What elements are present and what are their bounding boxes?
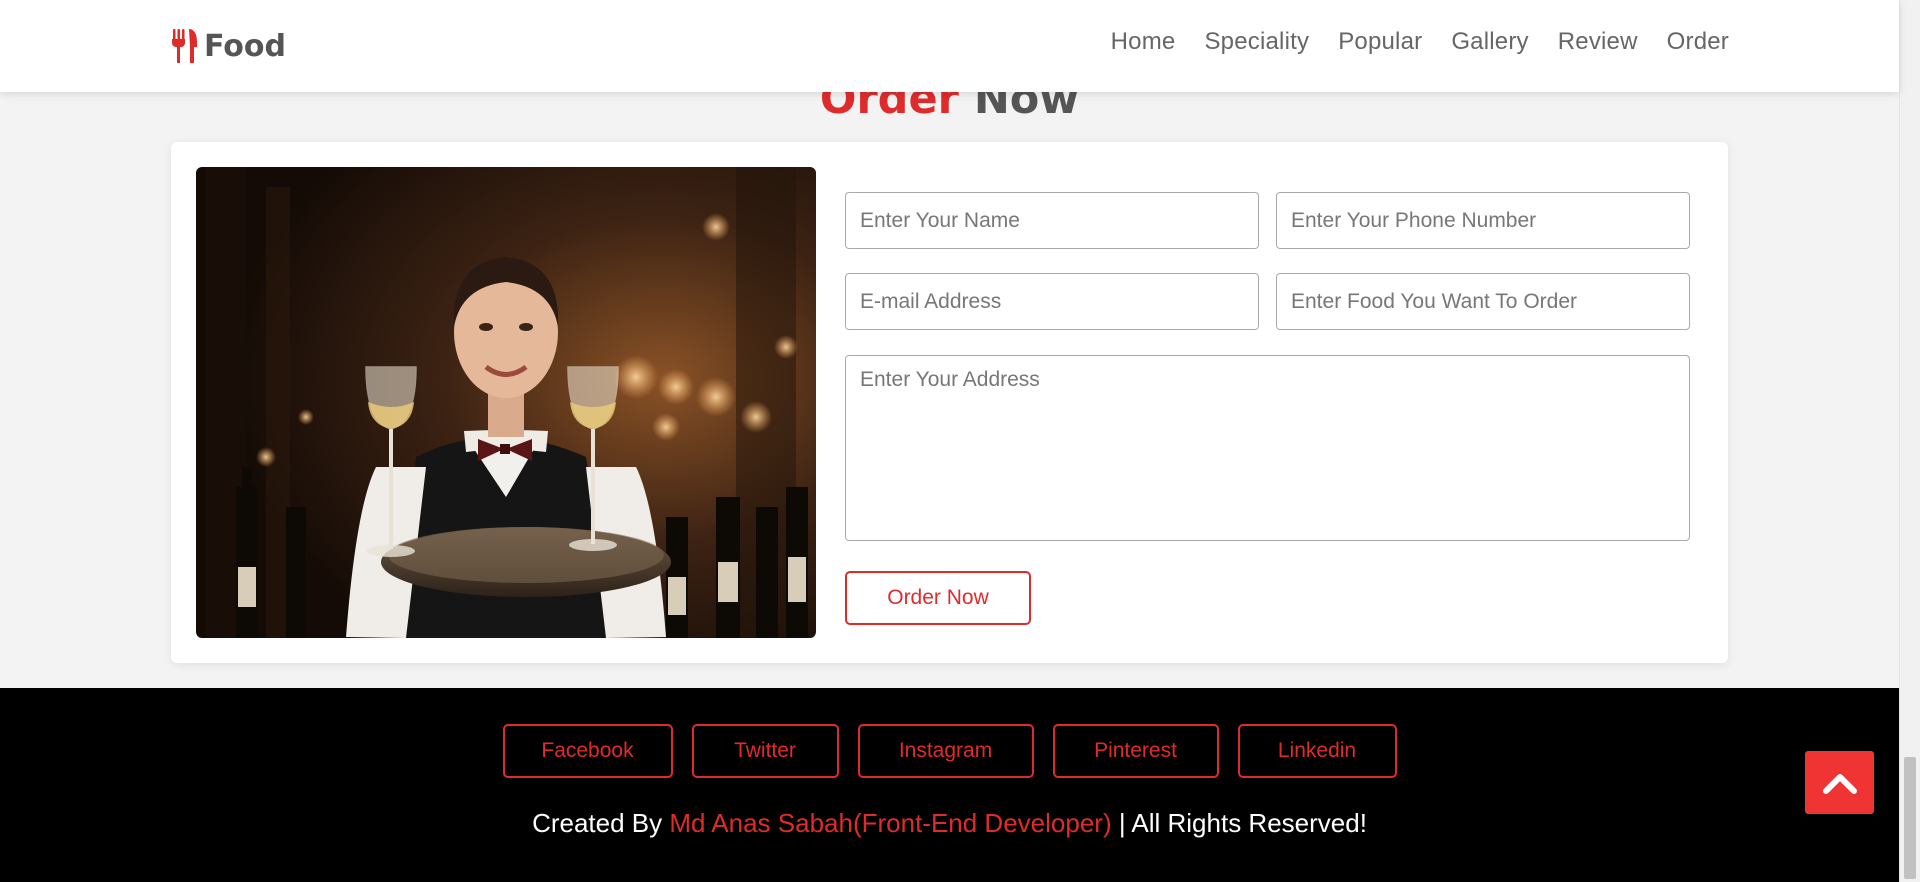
credit-author: Md Anas Sabah(Front-End Developer) xyxy=(669,808,1112,838)
scroll-top-button[interactable] xyxy=(1805,751,1874,814)
social-linkedin-button[interactable]: Linkedin xyxy=(1237,724,1397,778)
order-now-button[interactable]: Order Now xyxy=(845,571,1031,625)
brand-logo[interactable]: Food xyxy=(170,26,286,66)
social-twitter-button[interactable]: Twitter xyxy=(691,724,839,778)
phone-input[interactable] xyxy=(1276,192,1690,249)
social-links: Facebook Twitter Instagram Pinterest Lin… xyxy=(0,724,1899,778)
nav-popular[interactable]: Popular xyxy=(1338,28,1422,56)
footer-credit: Created By Md Anas Sabah(Front-End Devel… xyxy=(0,808,1899,839)
main-nav: Home Speciality Popular Gallery Review O… xyxy=(1111,28,1729,56)
page-scrollbar[interactable] xyxy=(1899,0,1920,882)
page: Food Home Speciality Popular Gallery Rev… xyxy=(0,0,1920,882)
site-header: Food Home Speciality Popular Gallery Rev… xyxy=(0,0,1899,92)
credit-prefix: Created By xyxy=(532,808,670,838)
credit-suffix: | All Rights Reserved! xyxy=(1111,808,1367,838)
email-input[interactable] xyxy=(845,273,1259,330)
scrollbar-thumb[interactable] xyxy=(1904,757,1916,879)
nav-speciality[interactable]: Speciality xyxy=(1204,28,1309,56)
social-pinterest-button[interactable]: Pinterest xyxy=(1052,724,1219,778)
social-instagram-button[interactable]: Instagram xyxy=(857,724,1034,778)
waitress-photo xyxy=(196,167,816,638)
name-input[interactable] xyxy=(845,192,1259,249)
nav-order[interactable]: Order xyxy=(1667,28,1729,56)
address-textarea[interactable] xyxy=(845,355,1690,541)
social-facebook-button[interactable]: Facebook xyxy=(502,724,673,778)
nav-gallery[interactable]: Gallery xyxy=(1451,28,1528,56)
site-footer: Facebook Twitter Instagram Pinterest Lin… xyxy=(0,688,1899,882)
nav-home[interactable]: Home xyxy=(1111,28,1176,56)
brand-name: Food xyxy=(204,28,286,64)
utensils-icon xyxy=(172,29,197,63)
chevron-up-icon xyxy=(1822,773,1857,794)
order-card: Order Now xyxy=(171,142,1728,663)
nav-review[interactable]: Review xyxy=(1558,28,1638,56)
food-input[interactable] xyxy=(1276,273,1690,330)
